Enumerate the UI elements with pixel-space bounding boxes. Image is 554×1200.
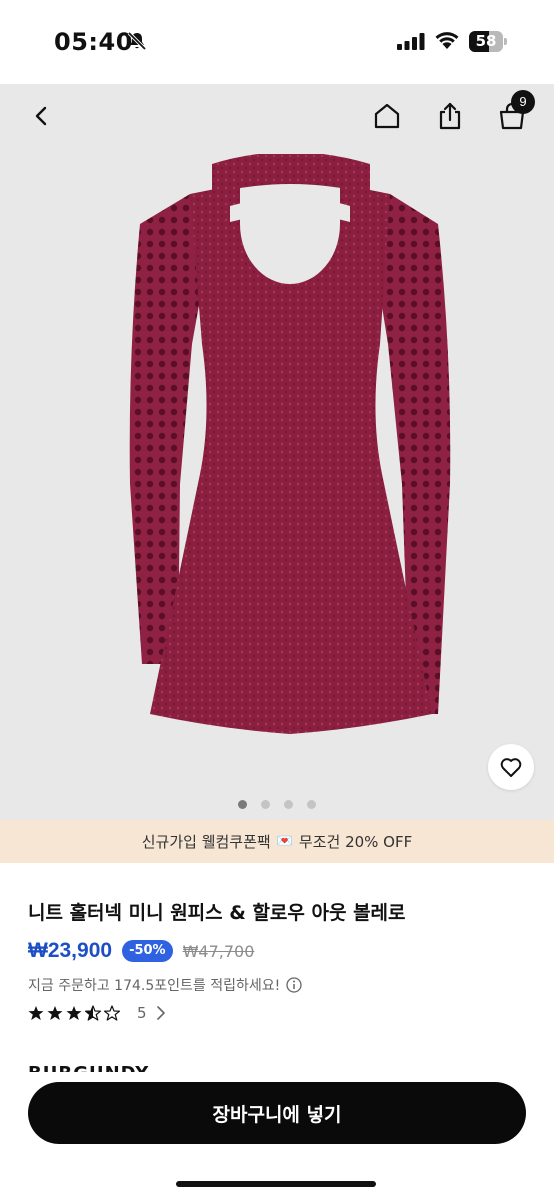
product-image[interactable]	[120, 154, 460, 804]
home-indicator	[176, 1181, 376, 1187]
home-button[interactable]	[365, 94, 409, 138]
pagination-dot[interactable]	[284, 800, 293, 809]
promo-offer-text: 무조건 20% OFF	[298, 833, 413, 851]
pagination-dot[interactable]	[261, 800, 270, 809]
promo-banner[interactable]: 신규가입 웰컴쿠폰팩 💌 무조건 20% OFF	[0, 820, 554, 863]
points-text: 지금 주문하고 174.5포인트를 적립하세요!	[28, 978, 281, 994]
star-full-icon	[47, 1006, 63, 1020]
gallery-pagination	[0, 800, 554, 810]
share-icon	[439, 102, 461, 130]
pagination-dot[interactable]	[307, 800, 316, 809]
wishlist-button[interactable]	[488, 744, 534, 790]
wifi-icon	[435, 32, 459, 49]
heart-icon	[500, 758, 522, 777]
original-price: ₩47,700	[182, 941, 255, 961]
status-bar: 05:40 58	[0, 0, 554, 84]
home-icon	[374, 103, 400, 129]
battery-icon: 58	[469, 31, 507, 52]
info-icon[interactable]	[286, 977, 302, 993]
status-time: 05:40	[54, 28, 133, 56]
color-label: BURGUNDY	[28, 1062, 149, 1072]
discount-badge: -50%	[122, 940, 173, 962]
bell-slash-icon	[127, 31, 147, 51]
review-count: 5	[137, 1004, 147, 1022]
star-half-icon	[85, 1005, 101, 1021]
cart-count-badge: 9	[511, 90, 535, 114]
promo-text: 신규가입 웰컴쿠폰팩	[141, 833, 271, 851]
pagination-dot[interactable]	[238, 800, 247, 809]
sale-price: ₩23,900	[28, 939, 113, 962]
star-empty-icon	[104, 1005, 120, 1021]
heart-gift-icon: 💌	[276, 834, 293, 849]
battery-level: 58	[475, 32, 497, 50]
signal-icon	[397, 33, 425, 50]
points-notice: 지금 주문하고 174.5포인트를 적립하세요!	[28, 975, 302, 995]
back-button[interactable]	[20, 94, 64, 138]
share-button[interactable]	[428, 94, 472, 138]
chevron-right-icon	[156, 1006, 165, 1020]
star-full-icon	[28, 1006, 44, 1020]
add-to-cart-button[interactable]: 장바구니에 넣기	[28, 1082, 526, 1144]
rating-row[interactable]: 5	[28, 1003, 166, 1023]
price-row: ₩23,900 -50% ₩47,700	[28, 938, 254, 964]
chevron-left-icon	[35, 106, 47, 126]
product-gallery[interactable]: 9	[0, 84, 554, 820]
star-full-icon	[66, 1006, 82, 1020]
product-title: 니트 홀터넥 미니 원피스 & 할로우 아웃 볼레로	[28, 902, 406, 924]
